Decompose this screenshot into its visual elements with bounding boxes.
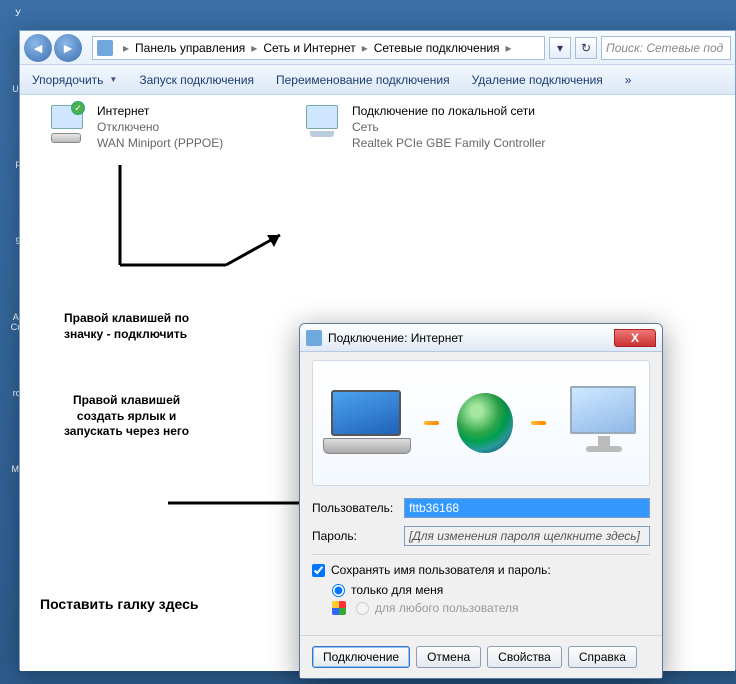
cancel-button[interactable]: Отмена	[416, 646, 481, 668]
connection-status: Сеть	[352, 119, 545, 135]
laptop-icon	[323, 390, 406, 456]
dialog-button-row: Подключение Отмена Свойства Справка	[300, 635, 662, 678]
connection-item-lan[interactable]: Подключение по локальной сети Сеть Realt…	[300, 103, 545, 152]
chevron-right-icon: ▸	[247, 41, 261, 55]
rename-connection-button[interactable]: Переименование подключения	[276, 73, 450, 87]
breadcrumb[interactable]: ▸ Панель управления ▸ Сеть и Интернет ▸ …	[92, 36, 545, 60]
chevron-down-icon: ▼	[109, 75, 117, 84]
breadcrumb-segment[interactable]: Сетевые подключения	[374, 41, 500, 55]
start-connection-button[interactable]: Запуск подключения	[139, 73, 254, 87]
history-dropdown-button[interactable]: ▾	[549, 37, 571, 59]
search-placeholder: Поиск: Сетевые под	[606, 41, 723, 55]
close-button[interactable]: X	[614, 329, 656, 347]
save-credentials-checkbox[interactable]	[312, 564, 325, 577]
chevron-right-icon: ▸	[502, 41, 516, 55]
connection-device: WAN Miniport (PPPOE)	[97, 135, 223, 151]
overflow-button[interactable]: »	[625, 73, 632, 87]
connection-name: Подключение по локальной сети	[352, 103, 545, 119]
chevron-right-icon: ▸	[358, 41, 372, 55]
address-bar-row: ◄ ► ▸ Панель управления ▸ Сеть и Интерне…	[20, 31, 735, 65]
password-label: Пароль:	[312, 529, 404, 543]
connection-name: Интернет	[97, 103, 223, 119]
modem-icon: ✓	[45, 103, 89, 147]
refresh-button[interactable]: ↻	[575, 37, 597, 59]
connections-area: ✓ Интернет Отключено WAN Miniport (PPPOE…	[20, 95, 735, 671]
only-me-radio[interactable]	[332, 584, 345, 597]
annotation-text: Поставить галку здесь	[40, 595, 198, 613]
organize-menu[interactable]: Упорядочить▼	[32, 73, 117, 87]
any-user-radio	[356, 602, 369, 615]
help-button[interactable]: Справка	[568, 646, 637, 668]
nav-back-button[interactable]: ◄	[24, 34, 52, 62]
connection-device: Realtek PCIe GBE Family Controller	[352, 135, 545, 151]
only-me-label: только для меня	[351, 583, 443, 597]
properties-button[interactable]: Свойства	[487, 646, 562, 668]
command-bar: Упорядочить▼ Запуск подключения Переимен…	[20, 65, 735, 95]
save-credentials-label: Сохранять имя пользователя и пароль:	[331, 563, 551, 577]
annotation-text: Правой клавишей по значку - подключить	[64, 311, 189, 342]
connection-status: Отключено	[97, 119, 223, 135]
arrow-icon	[100, 165, 290, 275]
dialog-hero-image	[312, 360, 650, 486]
control-panel-icon	[97, 40, 113, 56]
network-icon	[300, 103, 344, 147]
any-user-label: для любого пользователя	[375, 601, 519, 615]
connection-item-internet[interactable]: ✓ Интернет Отключено WAN Miniport (PPPOE…	[45, 103, 223, 152]
connect-button[interactable]: Подключение	[312, 646, 410, 668]
shield-icon	[332, 601, 346, 615]
annotation-text: Правой клавишей создать ярлык и запускат…	[64, 393, 189, 440]
connect-dialog: Подключение: Интернет X Пользователь:	[299, 323, 663, 679]
username-input[interactable]	[404, 498, 650, 518]
password-input[interactable]: [Для изменения пароля щелкните здесь]	[404, 526, 650, 546]
explorer-window: ◄ ► ▸ Панель управления ▸ Сеть и Интерне…	[19, 30, 736, 670]
search-input[interactable]: Поиск: Сетевые под	[601, 36, 731, 60]
dialog-titlebar[interactable]: Подключение: Интернет X	[300, 324, 662, 352]
breadcrumb-segment[interactable]: Сеть и Интернет	[263, 41, 355, 55]
breadcrumb-segment[interactable]: Панель управления	[135, 41, 245, 55]
username-label: Пользователь:	[312, 501, 404, 515]
delete-connection-button[interactable]: Удаление подключения	[472, 73, 603, 87]
globe-icon	[457, 393, 513, 453]
monitor-icon	[564, 386, 639, 460]
check-badge-icon: ✓	[71, 101, 85, 115]
nav-forward-button[interactable]: ►	[54, 34, 82, 62]
chevron-right-icon: ▸	[119, 41, 133, 55]
connection-icon	[306, 330, 322, 346]
dialog-title: Подключение: Интернет	[328, 331, 463, 345]
